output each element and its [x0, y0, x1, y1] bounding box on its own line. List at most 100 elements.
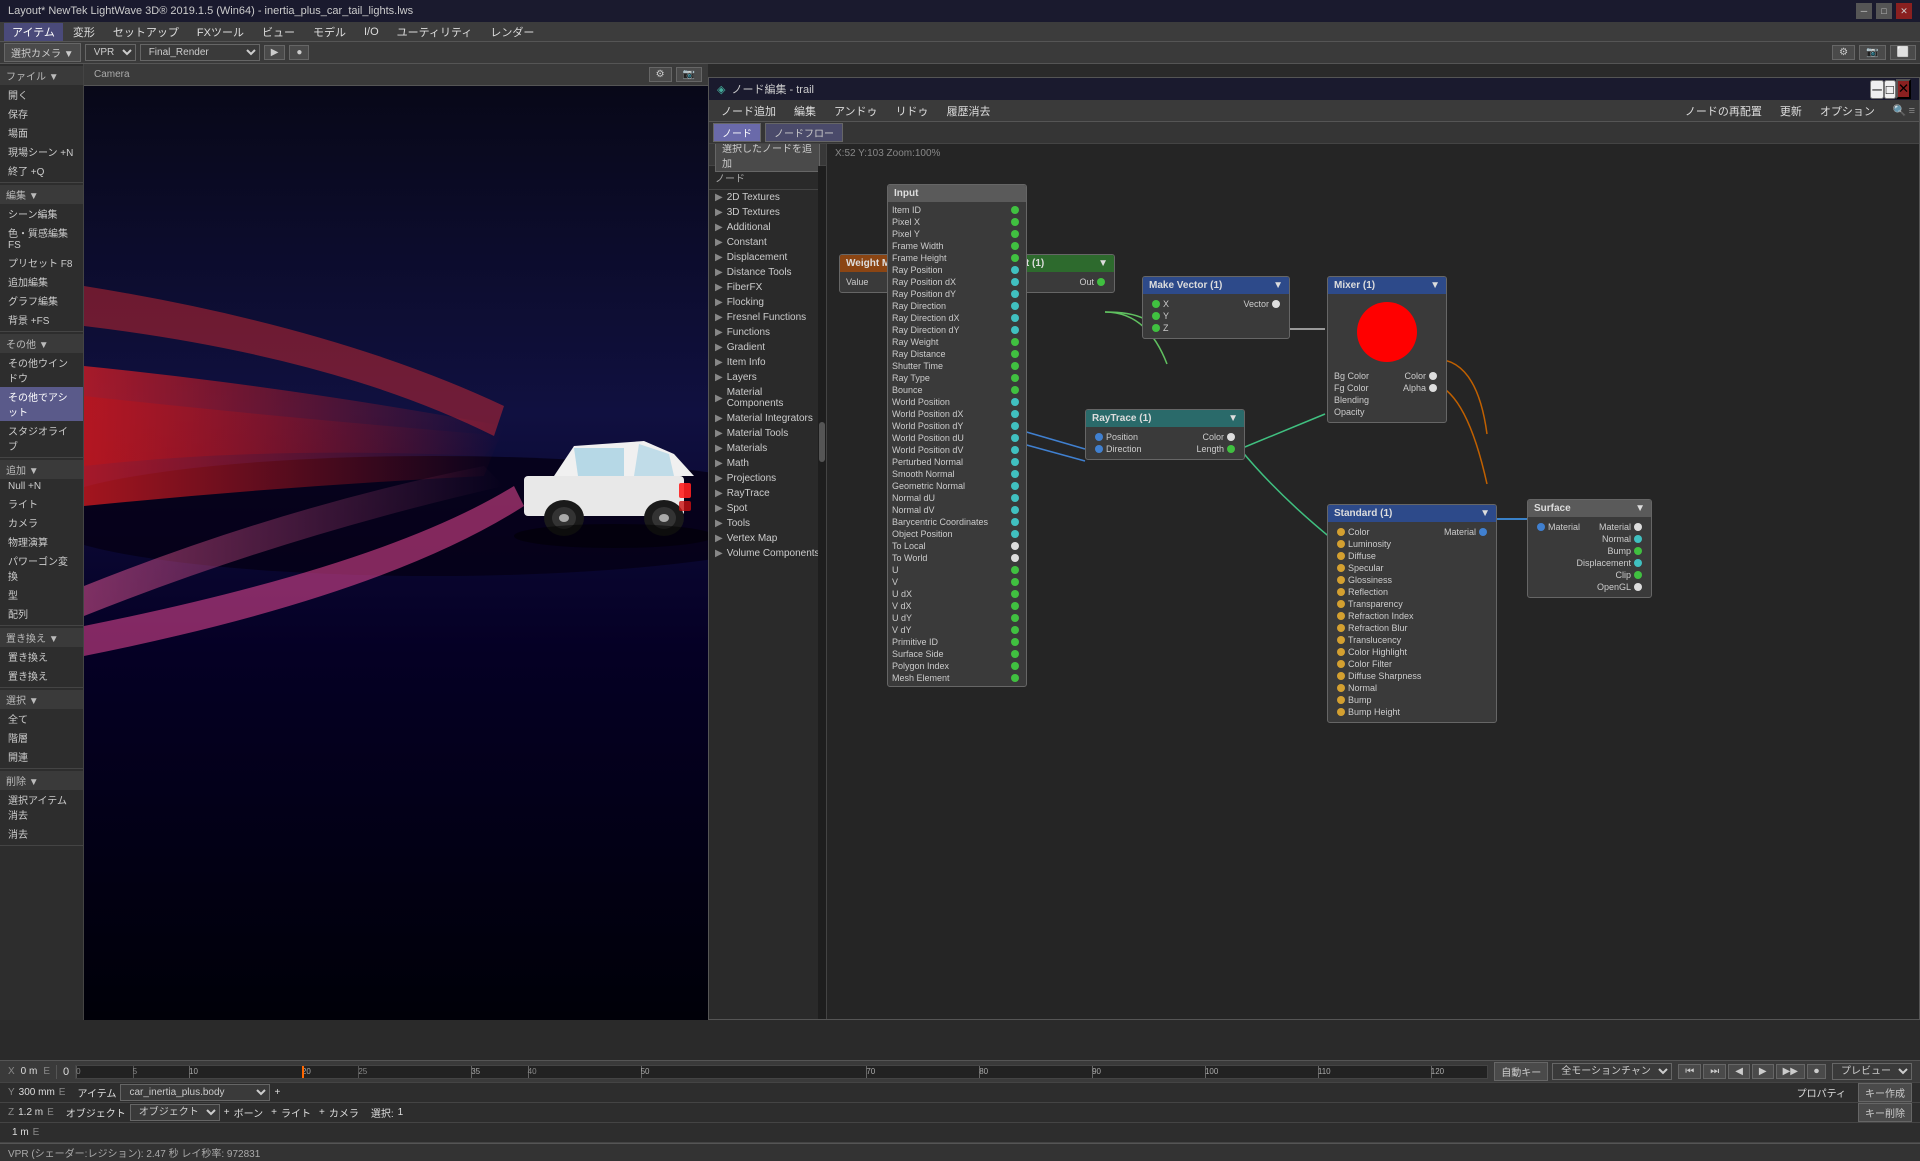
nl-item-displacement[interactable]: ▶Displacement [709, 250, 826, 265]
std-dropdown-icon[interactable]: ▼ [1480, 508, 1490, 519]
play-btn[interactable]: ▶ [1752, 1064, 1774, 1079]
camera-select[interactable]: 選択カメラ ▼ [4, 43, 81, 62]
sidebar-null[interactable]: Null +N [0, 479, 83, 494]
menu-item-render[interactable]: レンダー [482, 23, 542, 41]
record-btn2[interactable]: ⏺ [1807, 1064, 1826, 1079]
nl-item-math[interactable]: ▶Math [709, 456, 826, 471]
motion-select[interactable]: 全モーションチャン [1552, 1063, 1672, 1080]
nl-item-2dtex[interactable]: ▶2D Textures [709, 190, 826, 205]
sidebar-physics[interactable]: 物理演算 [0, 532, 83, 551]
ne-minimize[interactable]: ─ [1870, 80, 1883, 99]
menu-item-model[interactable]: モデル [305, 23, 354, 41]
standard-node[interactable]: Standard (1) ▼ Color Material Luminosity… [1327, 504, 1497, 723]
ne-maximize[interactable]: □ [1884, 80, 1896, 99]
sidebar-hierarchy[interactable]: 階層 [0, 728, 83, 747]
sidebar-camera[interactable]: カメラ [0, 513, 83, 532]
sidebar-replace-2[interactable]: 置き換え [0, 666, 83, 685]
ne-menu-edit[interactable]: 編集 [786, 102, 824, 120]
menu-item-view[interactable]: ビュー [254, 23, 303, 41]
nl-item-raytrace[interactable]: ▶RayTrace [709, 486, 826, 501]
menu-item-io[interactable]: I/O [356, 25, 387, 39]
sidebar-add-edit[interactable]: 追加編集 [0, 272, 83, 291]
item-select[interactable]: car_inertia_plus.body [120, 1084, 270, 1101]
nl-item-vertexmap[interactable]: ▶Vertex Map [709, 531, 826, 546]
go-end-btn[interactable]: ⏭ [1703, 1064, 1726, 1079]
sidebar-powergon[interactable]: パワーゴン変換 [0, 551, 83, 585]
ne-tab-nodeflow[interactable]: ノードフロー [765, 123, 843, 142]
key-delete-btn[interactable]: キー削除 [1858, 1103, 1912, 1122]
nl-item-3dtex[interactable]: ▶3D Textures [709, 205, 826, 220]
sidebar-header-replace[interactable]: 置き換え ▼ [0, 628, 83, 647]
sidebar-graph-edit[interactable]: グラフ編集 [0, 291, 83, 310]
add-node-button[interactable]: 選択したノードを追加 [715, 144, 820, 172]
viewport-canvas[interactable] [84, 86, 708, 1020]
surface-node[interactable]: Surface ▼ Material Material Normal [1527, 499, 1652, 598]
vp-camera-btn[interactable]: 📷 [676, 67, 702, 82]
ne-menu-update[interactable]: 更新 [1772, 102, 1810, 120]
sidebar-header-delete[interactable]: 削除 ▼ [0, 771, 83, 790]
record-button[interactable]: ● [289, 45, 309, 60]
key-make-btn[interactable]: キー作成 [1858, 1083, 1912, 1102]
sidebar-header-edit[interactable]: 編集 ▼ [0, 185, 83, 204]
sidebar-light[interactable]: ライト [0, 494, 83, 513]
maximize-button[interactable]: □ [1876, 3, 1892, 19]
node-list-scrollthumb[interactable] [819, 422, 825, 462]
sidebar-exit[interactable]: 終了 +Q [0, 161, 83, 180]
menu-item-fxtool[interactable]: FXツール [189, 23, 252, 41]
toolbar-btn-1[interactable]: ⚙ [1832, 45, 1855, 60]
nl-item-functions[interactable]: ▶Functions [709, 325, 826, 340]
sidebar-other-asset[interactable]: その他でアシット [0, 387, 83, 421]
sidebar-header-file[interactable]: ファイル ▼ [0, 66, 83, 85]
sidebar-bg[interactable]: 背景 +FS [0, 310, 83, 329]
sidebar-studio-live[interactable]: スタジオライブ [0, 421, 83, 455]
ne-menu-clear-history[interactable]: 履歴消去 [939, 102, 999, 120]
render-button[interactable]: ▶ [264, 45, 286, 60]
ne-menu-redo[interactable]: リドゥ [888, 102, 937, 120]
minimize-button[interactable]: ─ [1856, 3, 1872, 19]
sidebar-open[interactable]: 開く [0, 85, 83, 104]
ne-tab-node[interactable]: ノード [713, 123, 761, 142]
nl-item-constant[interactable]: ▶Constant [709, 235, 826, 250]
menu-item-setup[interactable]: セットアップ [105, 23, 187, 41]
input-node[interactable]: Input Item ID Pixel X Pixel Y Frame Widt… [887, 184, 1027, 687]
menu-item-item[interactable]: アイテム [4, 23, 63, 41]
go-start-btn[interactable]: ⏮ [1678, 1064, 1701, 1079]
sidebar-header-select[interactable]: 選択 ▼ [0, 690, 83, 709]
nl-item-fresnel[interactable]: ▶Fresnel Functions [709, 310, 826, 325]
sidebar-current-scene[interactable]: 現場シーン +N [0, 142, 83, 161]
nl-item-fiberfx[interactable]: ▶FiberFX [709, 280, 826, 295]
menu-item-transform[interactable]: 変形 [65, 23, 103, 41]
mixer-node[interactable]: Mixer (1) ▼ Bg Color Color Fg Color Alph… [1327, 276, 1447, 423]
nl-item-iteminfo[interactable]: ▶Item Info [709, 355, 826, 370]
sidebar-scene-edit[interactable]: シーン編集 [0, 204, 83, 223]
surf-dropdown-icon[interactable]: ▼ [1635, 503, 1645, 514]
nl-item-spot[interactable]: ▶Spot [709, 501, 826, 516]
nl-item-matint[interactable]: ▶Material Integrators [709, 411, 826, 426]
sidebar-replace-1[interactable]: 置き換え [0, 647, 83, 666]
nl-item-flocking[interactable]: ▶Flocking [709, 295, 826, 310]
key-auto-btn[interactable]: 自動キー [1494, 1062, 1548, 1081]
render-dropdown[interactable]: Final_Render [140, 44, 260, 61]
sidebar-connected[interactable]: 開連 [0, 747, 83, 766]
sidebar-array[interactable]: 配列 [0, 604, 83, 623]
makevector-node[interactable]: Make Vector (1) ▼ X Vector Y [1142, 276, 1290, 339]
object-select[interactable]: オブジェクト [130, 1104, 220, 1121]
toolbar-btn-2[interactable]: 📷 [1859, 45, 1885, 60]
next-frame-btn[interactable]: ▶▶ [1776, 1064, 1805, 1079]
invert-dropdown-icon[interactable]: ▼ [1098, 258, 1108, 269]
raytrace-node[interactable]: RayTrace (1) ▼ Position Color Direction … [1085, 409, 1245, 460]
ne-menu-undo[interactable]: アンドゥ [826, 102, 886, 120]
sidebar-other-windows[interactable]: その他ウインドウ [0, 353, 83, 387]
mixer-dropdown-icon[interactable]: ▼ [1430, 280, 1440, 291]
nl-item-mattools[interactable]: ▶Material Tools [709, 426, 826, 441]
sidebar-header-add[interactable]: 追加 ▼ [0, 460, 83, 479]
camera-dropdown[interactable]: VPR [85, 44, 136, 61]
sidebar-all[interactable]: 全て [0, 709, 83, 728]
prev-frame-btn[interactable]: ◀ [1728, 1064, 1750, 1079]
close-button[interactable]: ✕ [1896, 3, 1912, 19]
nl-item-volcomp[interactable]: ▶Volume Components [709, 546, 826, 561]
sidebar-color-edit[interactable]: 色・質感編集 FS [0, 223, 83, 253]
mv-dropdown-icon[interactable]: ▼ [1273, 280, 1283, 291]
sidebar-type[interactable]: 型 [0, 585, 83, 604]
nl-item-matcomp[interactable]: ▶Material Components [709, 385, 826, 411]
